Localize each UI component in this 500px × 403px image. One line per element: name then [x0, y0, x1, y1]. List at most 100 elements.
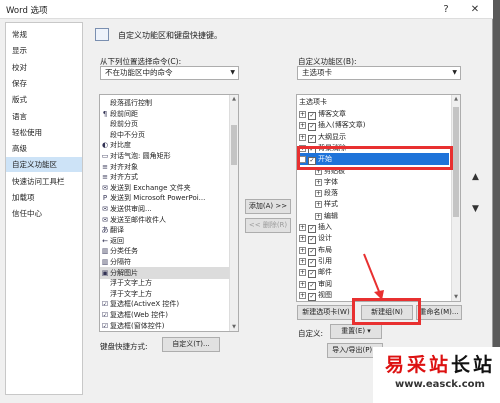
highlight-new-group	[352, 298, 421, 325]
customize-shortcuts-button[interactable]: 自定义(T)...	[162, 337, 220, 352]
remove-button[interactable]: << 删除(R)	[245, 218, 291, 233]
nav-item[interactable]: 快速访问工具栏	[6, 174, 82, 189]
command-item[interactable]: 段中不分页	[100, 129, 230, 141]
command-item[interactable]: ☑ 复选框(窗体控件)	[100, 320, 230, 331]
watermark-url: www.easck.com	[395, 379, 485, 390]
add-button[interactable]: 添加(A) >>	[245, 199, 291, 214]
paragraph-after-icon: ¶	[102, 109, 108, 118]
window-title: Word 选项	[6, 6, 48, 16]
expand-icon[interactable]: +	[299, 111, 306, 118]
mail-icon: ✉	[102, 215, 108, 224]
expand-icon[interactable]: +	[299, 269, 306, 277]
scroll-up-icon[interactable]: ▲	[452, 95, 460, 103]
expand-icon[interactable]: +	[315, 212, 322, 220]
nav-item[interactable]: 加载项	[6, 190, 82, 205]
close-icon[interactable]: ✕	[462, 1, 488, 18]
nav-item[interactable]: 语言	[6, 109, 82, 124]
nav-item[interactable]: 校对	[6, 60, 82, 75]
expand-icon[interactable]: +	[299, 257, 306, 265]
move-down-icon[interactable]: ▼	[472, 204, 479, 214]
command-item[interactable]: ▥ 分类任务	[100, 245, 230, 257]
command-label: 发送到 Exchange 文件夹	[110, 183, 191, 192]
nav-item[interactable]: 高级	[6, 141, 82, 156]
command-item[interactable]: ✉ 发送供审阅...	[100, 203, 230, 215]
expand-icon[interactable]: +	[299, 280, 306, 288]
scroll-down-icon[interactable]: ▼	[230, 323, 238, 331]
scroll-down-icon[interactable]: ▼	[452, 293, 460, 301]
new-tab-button[interactable]: 新建选项卡(W)	[297, 305, 355, 320]
command-item[interactable]: 段前分页	[100, 118, 230, 130]
nav-item[interactable]: 版式	[6, 92, 82, 107]
command-item[interactable]: P 发送到 Microsoft PowerPoi...	[100, 192, 230, 204]
scroll-thumb[interactable]	[453, 107, 459, 217]
tree-label: 插入	[318, 223, 332, 231]
command-item[interactable]: ≡ 对齐方式	[100, 171, 230, 183]
command-item[interactable]: ☑ 复选框(ActiveX 控件)	[100, 298, 230, 310]
checkbox-icon: ☑	[101, 311, 109, 319]
expand-icon[interactable]: +	[315, 201, 322, 209]
move-up-icon[interactable]: ▲	[472, 172, 479, 182]
columns-icon: ▥	[101, 258, 109, 266]
command-item[interactable]: ▣ 分解图片	[100, 266, 230, 279]
expand-icon[interactable]: +	[299, 224, 306, 231]
scroll-thumb[interactable]	[231, 125, 237, 165]
chevron-down-icon: ▼	[452, 69, 457, 76]
command-label: 段落孤行控制	[110, 99, 152, 107]
nav-item[interactable]: 自定义功能区	[6, 157, 82, 173]
customize-label: 自定义:	[298, 329, 324, 338]
expand-icon[interactable]: +	[299, 246, 306, 254]
command-item[interactable]: ✉ 发送到 Exchange 文件夹	[100, 182, 230, 194]
nav-item[interactable]: 轻松使用	[6, 125, 82, 140]
command-item[interactable]: 浮于文字上方	[100, 277, 230, 289]
expand-icon[interactable]: +	[299, 235, 306, 243]
reset-button[interactable]: 重置(E) ▾	[330, 324, 382, 339]
command-item[interactable]: ▭ 对话气泡: 圆角矩形	[100, 150, 230, 162]
choose-commands-select[interactable]: 不在功能区中的命令 ▼	[100, 66, 239, 80]
expand-icon[interactable]: +	[299, 133, 306, 141]
expand-icon[interactable]: +	[299, 291, 306, 299]
command-item[interactable]: ← 返回	[100, 235, 230, 247]
callout-icon: ▭	[101, 152, 109, 160]
expand-icon[interactable]: +	[299, 122, 306, 130]
mail-icon: ✉	[102, 183, 108, 192]
command-label: 段前间距	[110, 109, 138, 118]
command-label: 返回	[110, 236, 124, 245]
contrast-icon: ◐	[101, 141, 109, 150]
tree-label: 样式	[324, 200, 338, 209]
help-icon[interactable]: ?	[433, 1, 459, 18]
command-label: 浮于文字上方	[110, 289, 152, 298]
nav-item[interactable]: 信任中心	[6, 206, 82, 221]
command-label: 对比度	[110, 141, 131, 150]
command-item[interactable]: ✉ 发送至邮件收件人	[100, 214, 230, 226]
command-item[interactable]: ¶ 段前间距	[100, 108, 230, 120]
ribbon-tree-scrollbar[interactable]: ▲ ▼	[451, 95, 460, 301]
command-item[interactable]: 浮于文字上方	[100, 288, 230, 300]
chevron-down-icon: ▼	[230, 69, 235, 76]
nav-item[interactable]: 显示	[6, 43, 82, 58]
commands-list[interactable]: ☑ 复选框(窗体控件) ☑ 复选框(Web 控件) ☑ 复选框(ActiveX 控件) 浮于…	[99, 94, 239, 332]
command-item[interactable]: 段落孤行控制	[100, 97, 230, 109]
rename-button[interactable]: 重命名(M)...	[416, 305, 462, 320]
align-icon: ≡	[102, 173, 108, 182]
tree-label: 布局	[318, 245, 332, 254]
expand-icon[interactable]: +	[315, 178, 322, 186]
scroll-up-icon[interactable]: ▲	[230, 95, 238, 103]
command-item[interactable]: あ翻译	[100, 224, 230, 236]
nav-item[interactable]: 常规	[6, 27, 82, 42]
tree-label: 设计	[318, 234, 332, 243]
commands-scrollbar[interactable]: ▲ ▼	[229, 95, 238, 331]
nav-item[interactable]: 保存	[6, 76, 82, 91]
translate-icon: あ	[101, 226, 109, 235]
command-label: 分隔符	[110, 258, 131, 266]
command-label: 段中不分页	[110, 130, 145, 139]
command-item[interactable]: ☑ 复选框(Web 控件)	[100, 309, 230, 321]
command-item[interactable]: ◐ 对比度	[100, 139, 230, 151]
command-item[interactable]: ▥ 分隔符	[100, 256, 230, 268]
title-bar: Word 选项 ? ✕	[0, 0, 493, 19]
tree-label: 博客文章	[318, 110, 346, 118]
checkbox-icon[interactable]: ✓	[308, 292, 316, 301]
command-label: 复选框(ActiveX 控件)	[110, 300, 180, 309]
command-item[interactable]: ≡ 对齐对象	[100, 161, 230, 173]
expand-icon[interactable]: +	[315, 190, 322, 198]
customize-ribbon-select[interactable]: 主选项卡 ▼	[297, 66, 461, 80]
